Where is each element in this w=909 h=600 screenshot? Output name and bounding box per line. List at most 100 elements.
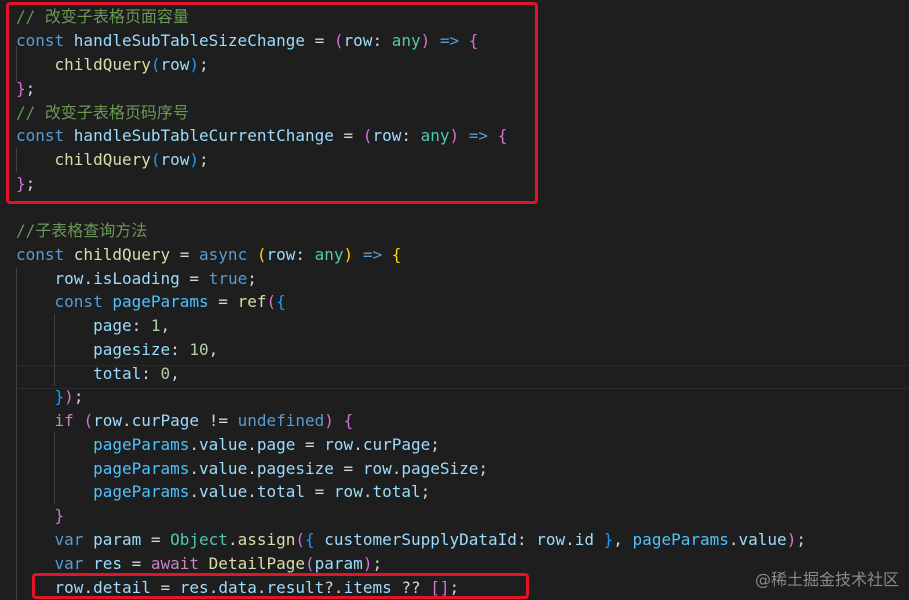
code-token: . (728, 530, 739, 549)
code-token: total (93, 364, 142, 383)
code-token: childQuery (73, 245, 171, 264)
code-token: row (266, 245, 296, 264)
code-token: : (516, 530, 537, 549)
code-token: ref (237, 292, 267, 311)
code-token: ) (362, 554, 373, 573)
code-token: } (54, 387, 65, 406)
code-token: ; (478, 459, 489, 478)
code-token: 10 (189, 340, 209, 359)
code-token: : (295, 245, 315, 264)
code-line: total: 0, (16, 362, 180, 386)
code-token: 1 (150, 316, 161, 335)
code-token: const (54, 292, 113, 311)
code-token: pagesize (256, 459, 334, 478)
code-line: if (row.curPage != undefined) { (16, 409, 354, 433)
code-token: curPage (362, 435, 431, 454)
code-line: var param = Object.assign({ customerSupp… (16, 528, 806, 552)
code-token: { (343, 411, 354, 430)
code-token: { (276, 292, 286, 311)
code-line: pageParams.value.pagesize = row.pageSize… (16, 457, 488, 481)
code-token: Object (170, 530, 228, 549)
code-line: const pageParams = ref({ (16, 290, 286, 314)
code-token: => (362, 245, 392, 264)
code-token: page (256, 435, 296, 454)
code-token: row (333, 482, 363, 501)
code-token: ; (73, 387, 84, 406)
code-token: . (189, 482, 200, 501)
code-token: row (362, 459, 392, 478)
code-token: ; (247, 269, 257, 288)
code-line: //子表格查询方法 (16, 219, 147, 243)
code-token: pageSize (401, 459, 479, 478)
code-token: = (121, 554, 151, 573)
code-token: . (565, 530, 575, 549)
code-token: id (574, 530, 595, 549)
code-token: . (189, 435, 200, 454)
code-line: pageParams.value.total = row.total; (16, 480, 430, 504)
code-token: const (16, 245, 74, 264)
code-token: row (536, 530, 566, 549)
code-token: = (208, 292, 238, 311)
code-token: ; (430, 435, 440, 454)
code-token: param (314, 554, 363, 573)
code-token: : (131, 316, 151, 335)
code-token: pageParams (93, 459, 190, 478)
code-token: var (54, 530, 94, 549)
code-line: pagesize: 10, (16, 338, 218, 362)
code-token: ( (266, 292, 277, 311)
code-token: any (314, 245, 344, 264)
code-token: value (199, 459, 248, 478)
code-token: //子表格查询方法 (16, 221, 148, 240)
code-token: pagesize (93, 340, 171, 359)
code-token: ; (796, 530, 806, 549)
code-token: , (208, 340, 219, 359)
code-token: ( (295, 530, 306, 549)
code-token: value (199, 435, 248, 454)
highlight-box-handlers (6, 2, 538, 204)
code-line: }); (16, 385, 84, 409)
code-token: value (738, 530, 787, 549)
code-token: = (179, 269, 209, 288)
code-line: const childQuery = async (row: any) => { (16, 243, 401, 267)
code-token: page (93, 316, 132, 335)
code-line: row.isLoading = true; (16, 267, 257, 291)
code-token: { (391, 245, 402, 264)
code-token: , (170, 364, 180, 383)
code-token: ; (420, 482, 431, 501)
code-token: : (170, 340, 190, 359)
code-token: assign (237, 530, 296, 549)
code-token: = (295, 435, 325, 454)
code-token: . (247, 482, 257, 501)
code-token: res (93, 554, 122, 573)
watermark: @稀土掘金技术社区 (754, 570, 899, 589)
code-token: DetailPage (208, 554, 305, 573)
code-token: row (54, 269, 84, 288)
code-token: if (54, 411, 84, 430)
code-token: = (141, 530, 171, 549)
code-token: = (305, 482, 334, 501)
code-token: pageParams (93, 482, 190, 501)
code-token: total (256, 482, 306, 501)
code-token: total (372, 482, 421, 501)
code-token: value (199, 482, 248, 501)
code-token: = (333, 459, 363, 478)
code-token: . (189, 459, 200, 478)
code-token: curPage (131, 411, 200, 430)
code-line: pageParams.value.page = row.curPage; (16, 433, 440, 457)
code-token: undefined (237, 411, 325, 430)
code-token: row (93, 411, 122, 430)
highlight-box-detail-line (32, 573, 529, 599)
code-editor[interactable]: // 改变子表格页面容量 const handleSubTableSizeChan… (0, 0, 909, 600)
code-token: . (227, 530, 238, 549)
code-token: , (613, 530, 633, 549)
code-token: ; (372, 554, 383, 573)
